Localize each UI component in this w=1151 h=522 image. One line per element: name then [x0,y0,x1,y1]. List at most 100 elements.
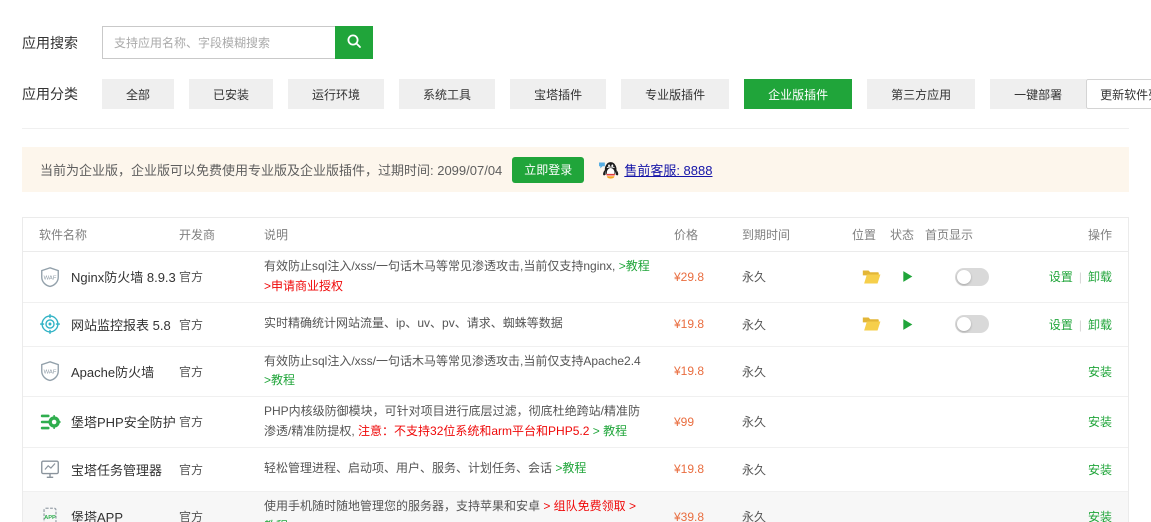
status-cell [890,318,925,331]
table-header: 软件名称开发商说明价格到期时间位置状态首页显示操作 [23,218,1128,252]
table-row: 堡塔PHP安全防护官方PHP内核级防御模块，可针对项目进行底层过滤，彻底杜绝跨站… [23,397,1128,448]
location-cell [852,315,890,333]
filter-area: 应用搜索 应用分类 全部已安装运行环境系统工具宝塔插件专业版插件企业版插件第三方… [22,26,1129,129]
home-display-cell [925,315,1025,333]
home-display-toggle[interactable] [955,315,989,333]
description-link[interactable]: >教程 [555,461,586,475]
update-software-list-button[interactable]: 更新软件列表 [1086,79,1151,109]
login-now-button[interactable]: 立即登录 [512,157,584,183]
folder-icon[interactable] [861,268,881,286]
price: ¥29.8 [674,270,742,284]
category-tab-已安装[interactable]: 已安装 [189,79,273,109]
column-header: 首页显示 [925,226,1025,243]
description-link[interactable]: >申请商业授权 [264,279,343,293]
home-display-toggle[interactable] [955,268,989,286]
developer: 官方 [179,268,264,285]
settings-action-link[interactable]: 设置 [1049,318,1073,332]
category-tab-系统工具[interactable]: 系统工具 [399,79,495,109]
description-text: 有效防止sql注入/xss/一句话木马等常见渗透攻击,当前仅支持nginx, [264,259,619,273]
table-row: APP 堡塔APP 官方使用手机随时随地管理您的服务器，支持苹果和安卓 > 组队免费… [23,492,1128,522]
uninstall-action-link[interactable]: 卸载 [1088,318,1112,332]
column-header: 到期时间 [742,226,852,243]
category-tab-宝塔插件[interactable]: 宝塔插件 [510,79,606,109]
toggle-knob [957,317,971,331]
action-cell: 安装 [1025,461,1112,478]
description-link[interactable]: >教程 [264,373,295,387]
expire-time: 永久 [742,413,852,430]
software-name-cell: APP 堡塔APP [39,506,179,522]
description: 使用手机随时随地管理您的服务器，支持苹果和安卓 > 组队免费领取 > 教程 [264,497,674,522]
table-row: WAFNginx防火墙 8.9.3官方有效防止sql注入/xss/一句话木马等常… [23,252,1128,303]
developer: 官方 [179,508,264,522]
software-table: 软件名称开发商说明价格到期时间位置状态首页显示操作 WAFNginx防火墙 8.… [22,217,1129,522]
table-row: 网站监控报表 5.8官方实时精确统计网站流量、ip、uv、pv、请求、蜘蛛等数据… [23,303,1128,347]
monitor-target-icon [39,313,61,335]
description-link[interactable]: > 教程 [589,424,627,438]
description: PHP内核级防御模块，可针对项目进行底层过滤，彻底杜绝跨站/精准防渗透/精准防提… [264,402,674,442]
folder-icon[interactable] [861,315,881,333]
php-guard-icon [39,411,61,433]
notice-text: 当前为企业版，企业版可以免费使用专业版及企业版插件，过期时间: 2099/07/… [40,160,502,179]
search-button[interactable] [335,26,373,59]
action-cell: 设置 | 卸载 [1025,268,1112,285]
action-separator: | [1079,270,1082,284]
description: 有效防止sql注入/xss/一句话木马等常见渗透攻击,当前仅支持nginx, >… [264,257,674,297]
install-action-link[interactable]: 安装 [1088,365,1112,379]
software-name: Nginx防火墙 8.9.3 [71,267,176,286]
price: ¥99 [674,415,742,429]
software-name: 宝塔任务管理器 [71,460,162,479]
search-box [102,26,373,59]
description-text: 有效防止sql注入/xss/一句话木马等常见渗透攻击,当前仅支持Apache2.… [264,354,641,368]
expire-time: 永久 [742,363,852,380]
app-store-page: 应用搜索 应用分类 全部已安装运行环境系统工具宝塔插件专业版插件企业版插件第三方… [0,26,1151,522]
expire-time: 永久 [742,461,852,478]
table-row: WAFApache防火墙官方有效防止sql注入/xss/一句话木马等常见渗透攻击… [23,347,1128,398]
category-tab-运行环境[interactable]: 运行环境 [288,79,384,109]
search-input[interactable] [102,26,335,59]
category-tab-专业版插件[interactable]: 专业版插件 [621,79,729,109]
toggle-knob [957,270,971,284]
table-row: 宝塔任务管理器官方轻松管理进程、启动项、用户、服务、计划任务、会话 >教程¥19… [23,448,1128,492]
action-cell: 设置 | 卸载 [1025,316,1112,333]
description-text: 使用手机随时随地管理您的服务器，支持苹果和安卓 [264,499,543,513]
svg-text:APP: APP [44,515,56,521]
categories-label: 应用分类 [22,84,102,104]
search-icon [346,33,362,52]
column-header: 说明 [264,226,674,243]
category-tab-全部[interactable]: 全部 [102,79,174,109]
app-phone-icon: APP [39,506,61,522]
action-cell: 安装 [1025,363,1112,380]
software-name-cell: 网站监控报表 5.8 [39,313,179,335]
software-name: 堡塔PHP安全防护 [71,412,176,431]
action-cell: 安装 [1025,508,1112,522]
action-separator: | [1079,318,1082,332]
description-link[interactable]: 注意：不支持32位系统和arm平台和PHP5.2 [358,424,589,438]
install-action-link[interactable]: 安装 [1088,463,1112,477]
running-status-icon[interactable] [901,318,914,331]
category-tab-企业版插件[interactable]: 企业版插件 [744,79,852,109]
description-link[interactable]: 教程 [264,519,288,522]
uninstall-action-link[interactable]: 卸载 [1088,270,1112,284]
table-body: WAFNginx防火墙 8.9.3官方有效防止sql注入/xss/一句话木马等常… [23,252,1128,522]
category-tab-一键部署[interactable]: 一键部署 [990,79,1086,109]
description-link[interactable]: >教程 [619,259,650,273]
install-action-link[interactable]: 安装 [1088,415,1112,429]
developer: 官方 [179,461,264,478]
software-name-cell: WAFApache防火墙 [39,360,179,382]
expire-time: 永久 [742,316,852,333]
description-link[interactable]: > 组队免费领取 > [543,499,636,513]
settings-action-link[interactable]: 设置 [1049,270,1073,284]
home-display-cell [925,268,1025,286]
price: ¥19.8 [674,462,742,476]
column-header: 软件名称 [39,226,179,243]
install-action-link[interactable]: 安装 [1088,510,1112,522]
category-tab-第三方应用[interactable]: 第三方应用 [867,79,975,109]
description: 轻松管理进程、启动项、用户、服务、计划任务、会话 >教程 [264,459,674,479]
expire-time: 永久 [742,268,852,285]
running-status-icon[interactable] [901,270,914,283]
software-name: 堡塔APP [71,507,123,522]
software-name-cell: 堡塔PHP安全防护 [39,411,179,433]
presale-service-link[interactable]: 售前客服: 8888 [624,160,712,179]
software-name: 网站监控报表 5.8 [71,315,171,334]
status-cell [890,270,925,283]
